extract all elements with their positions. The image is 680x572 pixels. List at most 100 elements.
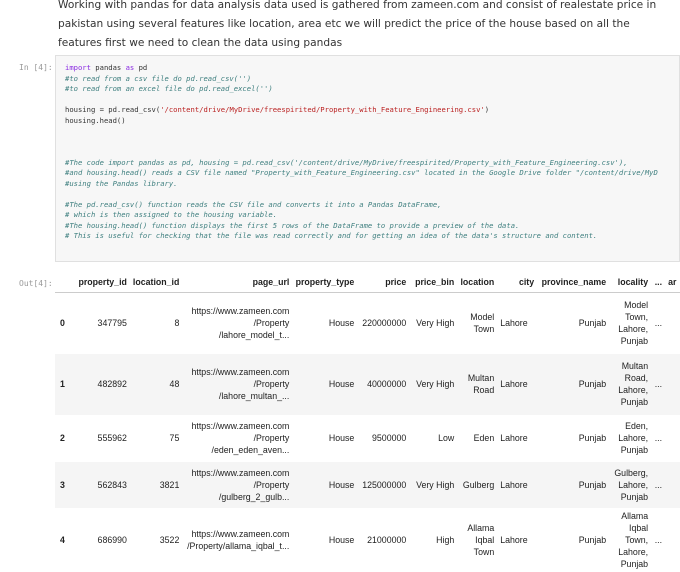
cell-text: Town: [473, 546, 495, 557]
table-header-row: property_id location_id page_url property_t…: [55, 272, 680, 293]
cell-price-bin: High: [409, 508, 457, 572]
cell-text: Lahore: [500, 433, 528, 443]
code-text: housing = pd.read_csv(: [65, 105, 161, 114]
cell-text: ...: [654, 379, 663, 389]
output-prompt: Out[4]:: [19, 279, 53, 288]
cell-location: Gulberg: [457, 461, 498, 508]
cell-text: 40000000: [367, 379, 407, 389]
cell-location: Allama Iqbal Town: [457, 508, 497, 572]
cell-province-name: Punjab: [537, 415, 609, 462]
code-text: ): [484, 105, 490, 114]
cell-text: Punjab: [620, 491, 649, 502]
cell-text: 125000000: [362, 479, 407, 490]
cell-text: https://www.zameen.com: [191, 467, 290, 478]
table-row: 0 347795 8 https://www.zameen.com/Property /…: [55, 293, 680, 354]
column-header: price_bin: [409, 272, 458, 293]
cell-text: https://www.zameen.com: [191, 367, 290, 377]
cell-text: /lahore_model_t...: [218, 330, 290, 341]
cell-city: Lahore: [497, 508, 537, 572]
cell-text: Lahore: [500, 318, 528, 329]
column-header: locality: [609, 272, 652, 293]
cell-text: Model: [470, 312, 495, 323]
cell-text: Lahore: [500, 379, 528, 389]
cell-property-id: 562843: [74, 461, 130, 508]
keyword: import: [65, 63, 91, 72]
code-cell[interactable]: import pandas as pd #to read from a csv f…: [55, 55, 680, 262]
cell-price: 220000000: [357, 293, 409, 354]
cell-truncated: [665, 353, 680, 415]
cell-text: 3522: [159, 534, 180, 545]
comment-line: #using the Pandas library.: [65, 178, 178, 188]
cell-locality: Eden, Lahore, Punjab: [609, 415, 651, 462]
cell-text: Lahore,: [618, 324, 649, 335]
dataframe-table: property_id location_id page_url property_t…: [55, 272, 680, 572]
code-line: housing.head(): [65, 115, 126, 125]
cell-location-id: 8: [130, 293, 182, 354]
cell-text: 75: [169, 433, 180, 443]
cell-text: Punjab: [578, 534, 607, 545]
table-row: 4 686990 3522 https://www.zameen.com/Proper…: [55, 508, 680, 572]
code-text: pd: [134, 63, 148, 72]
table-row: 1 482892 48 https://www.zameen.com/Property…: [55, 353, 680, 415]
cell-text: Punjab: [620, 558, 649, 569]
cell-city: Lahore: [497, 415, 537, 462]
cell-text: Punjab: [578, 379, 607, 389]
cell-text: 0: [60, 318, 65, 329]
string-literal: '/content/drive/MyDrive/freespirited/Pro…: [160, 105, 485, 114]
cell-text: 21000000: [367, 534, 407, 545]
cell-property-id: 482892: [74, 353, 130, 415]
cell-text: /Property/allama_iqbal_t...: [187, 540, 290, 551]
cell-province-name: Punjab: [537, 508, 609, 572]
cell-text: 347795: [97, 318, 127, 329]
cell-text: ...: [654, 479, 663, 490]
column-header: location_id: [129, 272, 183, 293]
code-line: import pandas as pd: [65, 63, 679, 74]
cell-page-url: https://www.zameen.com/Property/lahore_m…: [182, 293, 292, 354]
column-header: [55, 272, 75, 293]
cell-location-id: 3821: [129, 461, 183, 508]
cell-text: House: [328, 433, 355, 443]
cell-price-bin: Low: [409, 415, 457, 462]
cell-text: Punjab: [578, 433, 607, 443]
table-row: 3 562843 3821 https://www.zameen.com/Proper…: [55, 461, 680, 508]
cell-text: Very High: [416, 379, 455, 389]
input-prompt: In [4]:: [19, 63, 53, 72]
cell-page-url: https://www.zameen.com/Property/lahore_m…: [182, 353, 293, 415]
cell-location-id: 75: [130, 415, 182, 462]
cell-text: Model: [624, 300, 649, 311]
table-row: 2 555962 75 https://www.zameen.com/Property…: [55, 415, 680, 462]
cell-text: Town,: [625, 312, 649, 323]
cell-text: /Property: [253, 379, 290, 389]
comment-line: #and housing.head() reads a CSV file nam…: [65, 168, 658, 177]
cell-text: Punjab: [578, 318, 607, 329]
cell-text: https://www.zameen.com: [191, 421, 290, 431]
column-header: city: [497, 272, 538, 293]
cell-text: /Property: [253, 318, 290, 329]
cell-text: Eden,: [625, 421, 649, 431]
cell-text: Road,: [624, 373, 649, 383]
cell-truncated: [665, 461, 680, 508]
cell-text: 3821: [159, 479, 180, 490]
cell-ellipsis: ...: [651, 293, 665, 354]
column-header: price: [357, 272, 410, 293]
cell-text: Punjab: [578, 479, 607, 490]
cell-text: /Property: [253, 479, 290, 490]
cell-text: Eden: [473, 433, 495, 443]
column-header: property_id: [74, 272, 130, 293]
cell-text: 8: [174, 318, 180, 329]
cell-property-type: House: [292, 461, 358, 508]
cell-text: /Property: [253, 433, 290, 443]
cell-property-id: 555962: [75, 415, 130, 462]
cell-page-url: https://www.zameen.com/Property/eden_ede…: [182, 415, 292, 462]
cell-text: ...: [654, 534, 663, 545]
comment-line: #The housing.head() function displays th…: [65, 220, 520, 230]
cell-text: Allama: [621, 510, 649, 521]
cell-text: https://www.zameen.com: [191, 306, 290, 317]
cell-text: Town: [473, 324, 495, 335]
cell-text: 3: [60, 479, 65, 490]
comment-line: # which is then assigned to the housing …: [65, 210, 278, 219]
comment-line: # This is useful for checking that the f…: [65, 231, 598, 240]
